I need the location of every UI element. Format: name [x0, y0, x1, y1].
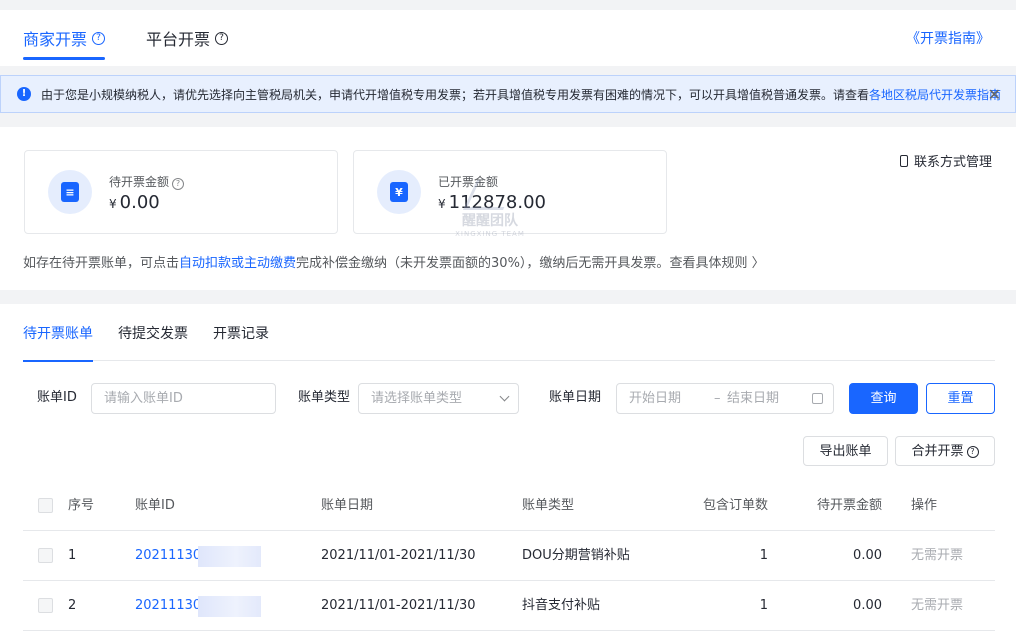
contact-management-link[interactable]: 联系方式管理 — [899, 151, 992, 170]
help-icon[interactable]: ? — [215, 31, 229, 45]
row-index: 1 — [68, 548, 77, 563]
row-checkbox[interactable] — [38, 598, 53, 613]
tab-pending-submit[interactable]: 待提交发票 — [118, 304, 188, 361]
order-count: 1 — [759, 548, 768, 563]
bill-date: 2021/11/01-2021/11/30 — [321, 598, 476, 613]
table-row: 1 202111300 2021/11/01-2021/11/30 DOU分期营… — [23, 531, 995, 581]
export-bills-button[interactable]: 导出账单 — [803, 436, 888, 466]
merge-invoice-label: 合并开票 — [911, 444, 964, 459]
invoice-doc-icon: ≡ — [48, 170, 92, 214]
redaction-mask — [198, 596, 261, 617]
bill-type: DOU分期营销补贴 — [522, 548, 630, 563]
select-all-checkbox[interactable] — [38, 498, 53, 513]
pending-amount: 0.00 — [853, 548, 882, 563]
no-invoice-needed-action: 无需开票 — [911, 598, 964, 613]
bill-type-select[interactable]: 请选择账单类型 — [358, 383, 519, 414]
calendar-icon — [812, 393, 823, 404]
column-header: 账单类型 — [522, 498, 575, 513]
column-header: 包含订单数 — [702, 498, 768, 513]
bill-id-input[interactable]: 请输入账单ID — [91, 383, 276, 414]
reset-button[interactable]: 重置 — [926, 383, 995, 414]
compensation-hint: 如存在待开票账单，可点击自动扣款或主动缴费完成补偿金缴纳（未开发票面额的30%）… — [23, 256, 765, 271]
date-end-placeholder: 结束日期 — [727, 391, 780, 406]
bill-table: 序号 账单ID 账单日期 账单类型 包含订单数 待开票金额 操作 1 20211… — [23, 481, 995, 631]
column-header: 待开票金额 — [816, 498, 882, 513]
phone-icon — [899, 154, 908, 167]
tab-invoice-records[interactable]: 开票记录 — [213, 304, 269, 361]
bill-type-label: 账单类型 — [298, 390, 351, 405]
tab-label: 平台开票 — [146, 30, 211, 49]
row-index: 2 — [68, 598, 77, 613]
redaction-mask — [198, 546, 261, 567]
bill-type: 抖音支付补贴 — [522, 598, 601, 613]
bill-date-label: 账单日期 — [549, 390, 602, 405]
column-header: 序号 — [68, 498, 95, 513]
watermark-logo: 醒醒团队 XINGXING TEAM — [455, 180, 525, 245]
yen-wallet-icon: ¥ — [377, 170, 421, 214]
tab-label: 商家开票 — [23, 30, 88, 49]
no-invoice-needed-action: 无需开票 — [911, 548, 964, 563]
contact-label: 联系方式管理 — [913, 155, 992, 170]
merge-invoice-button[interactable]: 合并开票? — [895, 436, 995, 466]
row-checkbox[interactable] — [38, 548, 53, 563]
taxpayer-notice-banner: ! 由于您是小规模纳税人，请优先选择向主管税局机关，申请代开增值税专用发票；若开… — [0, 75, 1016, 113]
chevron-down-icon — [499, 391, 510, 402]
query-button[interactable]: 查询 — [849, 383, 918, 414]
column-header: 账单ID — [135, 498, 175, 513]
help-icon[interactable]: ? — [172, 178, 185, 190]
help-icon[interactable]: ? — [92, 31, 106, 45]
view-rules-link[interactable]: 查看具体规则 〉 — [669, 256, 764, 271]
bill-date-range-input[interactable]: 开始日期 – 结束日期 — [616, 383, 834, 414]
table-header-row: 序号 账单ID 账单日期 账单类型 包含订单数 待开票金额 操作 — [23, 481, 995, 531]
pending-amount-label: 待开票金额? — [109, 173, 185, 190]
info-icon: ! — [17, 87, 31, 101]
invoice-type-tabs: 商家开票 ? 平台开票 ? 《开票指南》 — [0, 10, 1016, 66]
bill-date: 2021/11/01-2021/11/30 — [321, 548, 476, 563]
order-count: 1 — [759, 598, 768, 613]
help-icon[interactable]: ? — [966, 446, 979, 458]
tax-bureau-guide-link[interactable]: 各地区税局代开发票指南 — [869, 88, 1001, 102]
auto-deduct-link[interactable]: 自动扣款或主动缴费 — [179, 256, 296, 271]
pending-amount-value: ¥0.00 — [109, 192, 160, 213]
table-row: 2 202111300 2021/11/01-2021/11/30 抖音支付补贴… — [23, 581, 995, 631]
invoice-guide-link[interactable]: 《开票指南》 — [906, 10, 990, 66]
pending-amount-card: ≡ 待开票金额? ¥0.00 — [24, 150, 338, 234]
tab-merchant-invoice[interactable]: 商家开票 ? — [23, 10, 106, 66]
tab-pending-bills[interactable]: 待开票账单 — [23, 304, 93, 362]
bill-id-label: 账单ID — [37, 390, 77, 405]
bill-status-tabs: 待开票账单 待提交发票 开票记录 — [23, 304, 995, 362]
date-start-placeholder: 开始日期 — [629, 391, 682, 406]
column-header: 账单日期 — [321, 498, 374, 513]
date-separator: – — [714, 391, 721, 406]
column-header: 操作 — [911, 498, 938, 513]
tab-platform-invoice[interactable]: 平台开票 ? — [146, 10, 229, 66]
bill-list-panel: 待开票账单 待提交发票 开票记录 账单ID 请输入账单ID 账单类型 请选择账单… — [0, 304, 1016, 640]
close-icon[interactable]: ✕ — [988, 85, 1001, 104]
notice-text: 由于您是小规模纳税人，请优先选择向主管税局机关，申请代开增值税专用发票；若开具增… — [41, 87, 1002, 102]
bill-type-placeholder: 请选择账单类型 — [371, 391, 463, 406]
pending-amount: 0.00 — [853, 598, 882, 613]
